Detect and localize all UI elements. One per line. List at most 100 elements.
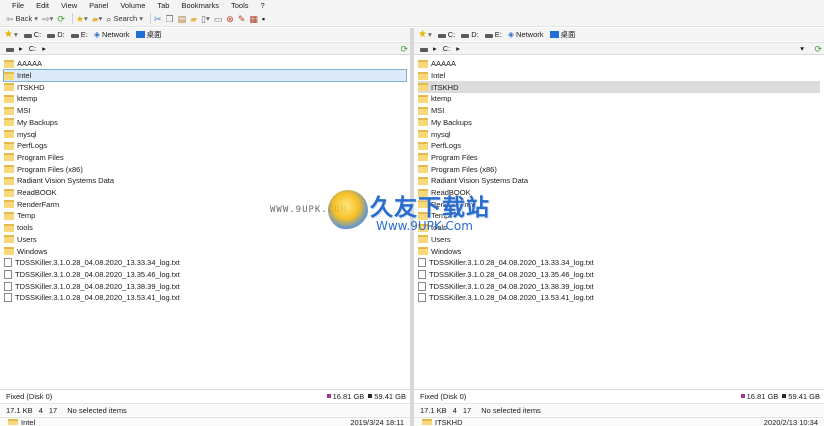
new-folder-button[interactable]: ▰ [190, 12, 197, 26]
chevron-down-icon[interactable]: ▾ [14, 30, 18, 39]
file-row[interactable]: TDSSKiller.3.1.0.28_04.08.2020_13.35.46_… [418, 269, 594, 281]
folder-row[interactable]: tools [418, 222, 447, 234]
folder-row[interactable]: mysql [4, 128, 37, 140]
chevron-down-icon[interactable]: ▾ [428, 30, 432, 39]
left-file-list[interactable]: AAAAA Intel ITSKHD ktemp MSI My Backups mysql P… [0, 56, 410, 388]
star-icon[interactable]: ★ [418, 29, 427, 40]
favorites-button[interactable]: ★ ▾ [76, 12, 88, 26]
folder-row[interactable]: Program Files (x86) [4, 163, 83, 175]
folder-row[interactable]: Program Files [4, 152, 64, 164]
back-button[interactable]: ⇦ Back ▾ [6, 12, 38, 26]
folder-row[interactable]: My Backups [418, 117, 472, 129]
folder-row[interactable]: Radiant Vision Systems Data [4, 175, 114, 187]
menu-volume[interactable]: Volume [120, 1, 145, 10]
total-space-swatch [368, 394, 373, 398]
folder-row[interactable]: RenderFarm [418, 198, 473, 210]
chevron-right-icon[interactable]: ▸ [456, 44, 460, 53]
network-location[interactable]: ◈ Network [508, 30, 544, 39]
refresh-icon[interactable]: ⟳ [400, 44, 408, 55]
file-row[interactable]: TDSSKiller.3.1.0.28_04.08.2020_13.53.41_… [4, 292, 180, 304]
calendar-button[interactable]: ▦ [249, 12, 258, 26]
chevron-down-icon[interactable]: ▾ [800, 44, 804, 53]
path-drive[interactable]: C: [29, 44, 37, 53]
folder-row[interactable]: ktemp [4, 93, 37, 105]
right-path-bar[interactable]: ▸ C: ▸ ▾ ⟳ [414, 42, 824, 55]
folder-row[interactable]: Intel [3, 68, 407, 83]
file-row[interactable]: TDSSKiller.3.1.0.28_04.08.2020_13.53.41_… [418, 292, 594, 304]
drive-e[interactable]: E: [484, 30, 502, 39]
refresh-icon[interactable]: ⟳ [814, 44, 822, 55]
drive-c[interactable]: C: [437, 30, 455, 39]
path-drive[interactable]: C: [443, 44, 451, 53]
desktop-location[interactable]: 桌面 [549, 29, 576, 40]
rename-button[interactable]: ✎ [238, 12, 246, 26]
folder-row[interactable]: mysql [418, 128, 451, 140]
console-button[interactable]: ▪ [262, 12, 265, 26]
folder-row[interactable]: Program Files (x86) [418, 163, 497, 175]
folder-row[interactable]: Radiant Vision Systems Data [418, 175, 528, 187]
drive-d[interactable]: D: [47, 30, 65, 39]
menu-help[interactable]: ? [261, 1, 265, 10]
folder-row[interactable]: Windows [418, 245, 461, 257]
folder-row[interactable]: My Backups [4, 117, 58, 129]
menu-edit[interactable]: Edit [36, 1, 49, 10]
file-row[interactable]: TDSSKiller.3.1.0.28_04.08.2020_13.33.34_… [4, 257, 180, 269]
folder-row[interactable]: tools [4, 222, 33, 234]
folder-row[interactable]: Windows [4, 245, 47, 257]
desktop-location[interactable]: 桌面 [135, 29, 162, 40]
copy-button[interactable]: ❐ [166, 12, 174, 26]
forward-button[interactable]: ⇨ ▾ [42, 12, 53, 26]
folder-icon [418, 94, 428, 103]
search-button[interactable]: ⌕ Search ▾ [106, 12, 143, 26]
folder-row[interactable]: ITSKHD [4, 81, 45, 93]
file-row[interactable]: TDSSKiller.3.1.0.28_04.08.2020_13.33.34_… [418, 257, 594, 269]
cut-button[interactable]: ✂ [154, 12, 162, 26]
chevron-right-icon[interactable]: ▸ [433, 44, 437, 53]
file-row[interactable]: TDSSKiller.3.1.0.28_04.08.2020_13.35.46_… [4, 269, 180, 281]
folder-row[interactable]: ktemp [418, 93, 451, 105]
chevron-right-icon[interactable]: ▸ [42, 44, 46, 53]
drive-e[interactable]: E: [70, 30, 88, 39]
right-status-bar: Fixed (Disk 0) 16.81 GB 59.41 GB [414, 389, 824, 402]
paste-button[interactable]: ▤ [178, 12, 187, 26]
folder-row[interactable]: Temp [4, 210, 35, 222]
folder-row[interactable]: Intel [418, 70, 445, 82]
folder-row[interactable]: ITSKHD [418, 81, 820, 94]
properties-button[interactable]: ▭ [214, 12, 223, 26]
folder-row[interactable]: PerfLogs [418, 140, 461, 152]
folder-row[interactable]: ReadBOOK [4, 187, 57, 199]
new-file-button[interactable]: ▯ ▾ [201, 12, 210, 26]
folder-row[interactable]: MSI [418, 105, 444, 117]
file-row[interactable]: TDSSKiller.3.1.0.28_04.08.2020_13.38.39_… [4, 280, 180, 292]
folder-row[interactable]: AAAAA [418, 58, 456, 70]
network-location[interactable]: ◈ Network [94, 30, 130, 39]
file-row[interactable]: TDSSKiller.3.1.0.28_04.08.2020_13.38.39_… [418, 280, 594, 292]
drive-c[interactable]: C: [23, 30, 41, 39]
delete-button[interactable]: ⊗ [226, 12, 234, 26]
folder-tools-button[interactable]: ▰ ▾ [92, 12, 103, 26]
menu-tools[interactable]: Tools [231, 1, 249, 10]
menu-file[interactable]: File [12, 1, 24, 10]
menu-panel[interactable]: Panel [89, 1, 108, 10]
folder-row[interactable]: MSI [4, 105, 30, 117]
folder-row[interactable]: Program Files [418, 152, 478, 164]
folder-row[interactable]: Users [4, 234, 37, 246]
menu-view[interactable]: View [61, 1, 77, 10]
left-path-bar[interactable]: ▸ C: ▸ ⟳ [0, 42, 410, 55]
drive-d[interactable]: D: [461, 30, 479, 39]
item-name: mysql [17, 129, 37, 139]
right-file-list[interactable]: AAAAA Intel ITSKHD ktemp MSI My Backups mysql P… [414, 56, 824, 388]
item-name: ktemp [431, 94, 452, 104]
folder-row[interactable]: RenderFarm [4, 198, 59, 210]
refresh-button[interactable]: ⟳ [57, 12, 65, 26]
folder-row[interactable]: AAAAA [4, 58, 42, 70]
folder-row[interactable]: ReadBOOK [418, 187, 471, 199]
folder-row[interactable]: Users [418, 234, 451, 246]
menu-bookmarks[interactable]: Bookmarks [181, 1, 219, 10]
folder-row[interactable]: Temp [418, 210, 449, 222]
menu-tab[interactable]: Tab [157, 1, 169, 10]
chevron-right-icon[interactable]: ▸ [19, 44, 23, 53]
folder-row[interactable]: PerfLogs [4, 140, 47, 152]
pane-splitter[interactable] [410, 28, 414, 426]
star-icon[interactable]: ★ [4, 29, 13, 40]
